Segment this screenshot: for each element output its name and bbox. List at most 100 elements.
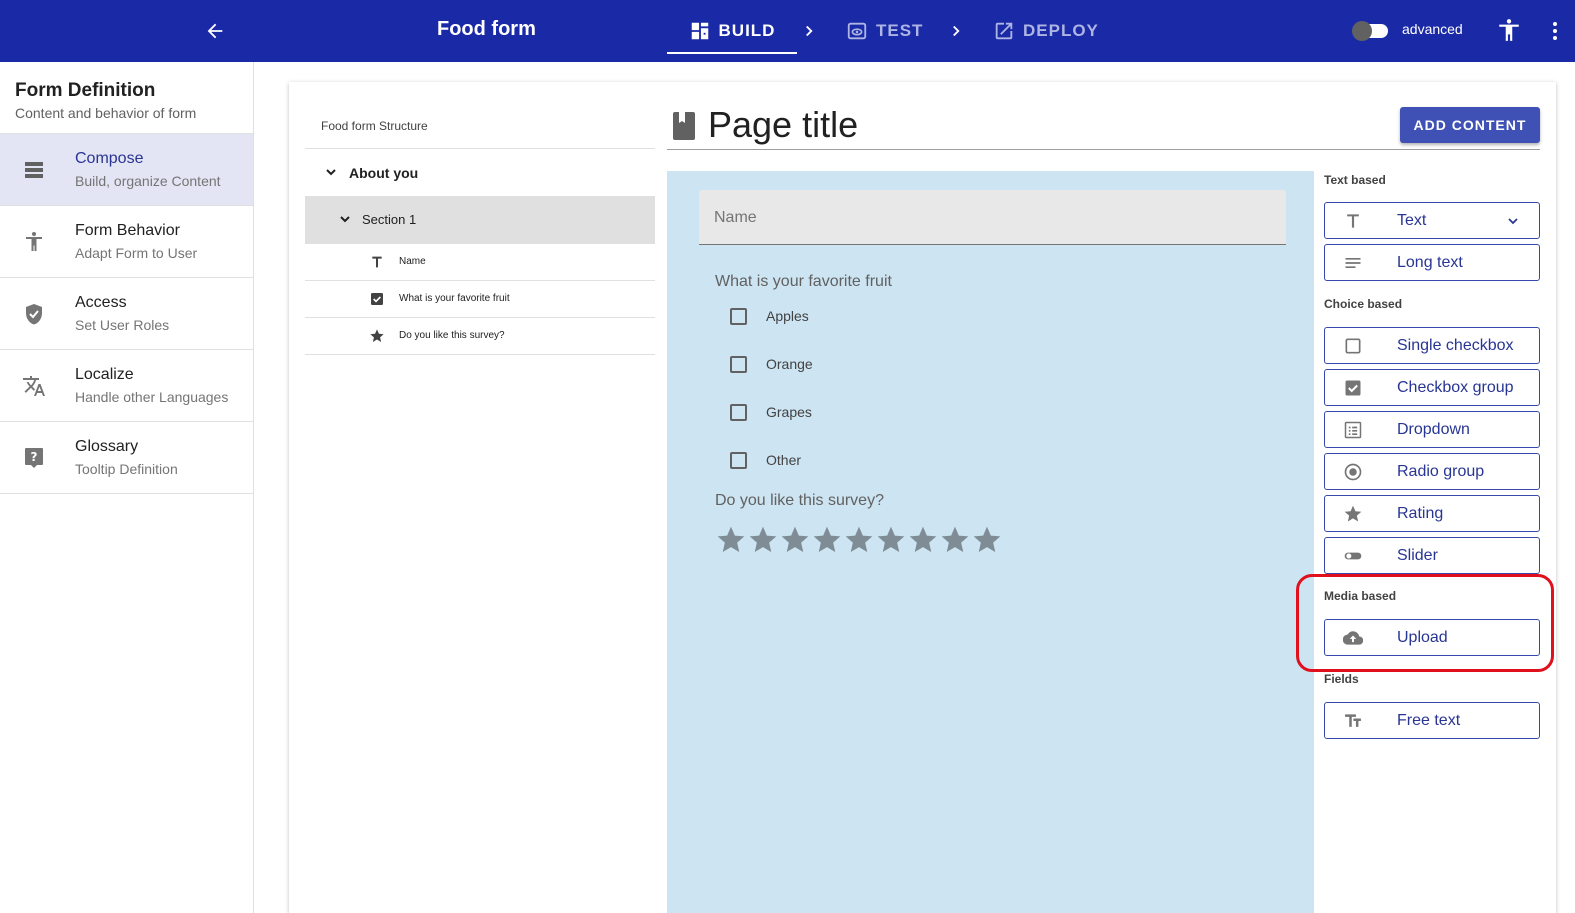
form-preview: Name What is your favorite fruit Apples … xyxy=(667,171,1314,913)
palette-text-button[interactable]: Text xyxy=(1324,202,1540,239)
sidebar-item-label: Localize xyxy=(75,366,134,383)
more-vert-icon[interactable] xyxy=(1545,19,1565,43)
palette-button-label: Radio group xyxy=(1397,463,1485,480)
translate-icon xyxy=(23,376,45,396)
sidebar-item-sublabel: Handle other Languages xyxy=(75,389,229,405)
advanced-label: advanced xyxy=(1402,21,1463,37)
media-based-highlight xyxy=(1296,574,1554,672)
sidebar-item-label: Glossary xyxy=(75,438,139,455)
checkbox-blank-icon xyxy=(1345,338,1361,354)
palette-button-label: Free text xyxy=(1397,712,1461,729)
palette-heading-choice-based: Choice based xyxy=(1324,297,1403,311)
star-icon xyxy=(370,329,384,342)
checkbox-option-label: Other xyxy=(766,452,802,468)
tree-page-label: About you xyxy=(349,165,419,181)
name-input-label: Name xyxy=(714,209,757,226)
text-fields-icon xyxy=(1345,714,1361,727)
sidebar-item-access[interactable]: Access Set User Roles xyxy=(0,278,253,350)
rating-star-icon[interactable] xyxy=(875,523,907,557)
rating-star-icon[interactable] xyxy=(715,523,747,557)
step-deploy-tab[interactable]: DEPLOY xyxy=(993,0,1099,62)
sidebar: Form Definition Content and behavior of … xyxy=(0,62,254,913)
survey-question-label: Do you like this survey? xyxy=(715,492,884,509)
title-underline xyxy=(667,149,1540,150)
sidebar-item-form-behavior[interactable]: Form Behavior Adapt Form to User xyxy=(0,206,253,278)
tree-page-node[interactable]: About you xyxy=(305,149,655,196)
radio-button-icon xyxy=(1344,463,1362,481)
sidebar-item-label: Compose xyxy=(75,150,144,167)
step-deploy-label: DEPLOY xyxy=(1023,21,1099,40)
palette-radio-group-button[interactable]: Radio group xyxy=(1324,453,1540,490)
palette-single-checkbox-button[interactable]: Single checkbox xyxy=(1324,327,1540,364)
tree-field-label: Name xyxy=(399,256,426,267)
tree-field-name[interactable]: Name xyxy=(305,244,655,281)
back-arrow-icon[interactable] xyxy=(200,16,230,46)
chevron-down-icon[interactable] xyxy=(1505,213,1521,229)
editor-card: Food form Structure About you Section 1 … xyxy=(289,82,1556,913)
step-test-tab[interactable]: TEST xyxy=(846,0,923,62)
add-content-button[interactable]: ADD CONTENT xyxy=(1400,107,1540,143)
toggle-icon xyxy=(1344,552,1362,560)
sidebar-item-sublabel: Adapt Form to User xyxy=(75,245,198,261)
rating-star-icon[interactable] xyxy=(779,523,811,557)
checkbox-option-label: Orange xyxy=(766,356,813,372)
dashboard-icon xyxy=(691,22,708,40)
palette-long-text-button[interactable]: Long text xyxy=(1324,244,1540,281)
palette-button-label: Single checkbox xyxy=(1397,337,1514,354)
list-icon xyxy=(1344,421,1362,439)
tree-field-fruit[interactable]: What is your favorite fruit xyxy=(305,281,655,318)
sidebar-item-sublabel: Tooltip Definition xyxy=(75,461,178,477)
checkbox-option-label: Apples xyxy=(766,308,809,324)
sidebar-subtitle: Content and behavior of form xyxy=(15,105,197,121)
page-title[interactable]: Page title xyxy=(708,104,858,146)
rating-star-icon[interactable] xyxy=(971,523,1003,557)
text-icon xyxy=(1347,214,1359,228)
bookmark-icon xyxy=(673,112,695,140)
chevron-right-icon xyxy=(806,25,813,37)
palette-dropdown-button[interactable]: Dropdown xyxy=(1324,411,1540,448)
rating-stars[interactable] xyxy=(715,523,1003,557)
sidebar-item-compose[interactable]: Compose Build, organize Content xyxy=(0,134,253,206)
palette-button-label: Long text xyxy=(1397,254,1463,271)
structure-tree: Food form Structure About you Section 1 … xyxy=(305,102,655,355)
step-build-tab[interactable]: BUILD xyxy=(667,0,797,62)
palette-slider-button[interactable]: Slider xyxy=(1324,537,1540,574)
chevron-down-icon[interactable] xyxy=(323,164,339,180)
sidebar-item-sublabel: Build, organize Content xyxy=(75,173,221,189)
checkbox-box[interactable] xyxy=(730,404,747,421)
help-icon: ? xyxy=(25,448,43,468)
rating-star-icon[interactable] xyxy=(843,523,875,557)
checkbox-checked-icon xyxy=(1345,380,1361,396)
sidebar-item-glossary[interactable]: ? Glossary Tooltip Definition xyxy=(0,422,253,494)
palette-checkbox-group-button[interactable]: Checkbox group xyxy=(1324,369,1540,406)
checkbox-box[interactable] xyxy=(730,356,747,373)
checkbox-box[interactable] xyxy=(730,308,747,325)
rating-star-icon[interactable] xyxy=(811,523,843,557)
advanced-toggle[interactable] xyxy=(1352,21,1390,41)
name-input[interactable]: Name xyxy=(699,190,1286,245)
palette-button-label: Text xyxy=(1397,212,1427,229)
accessibility-icon[interactable] xyxy=(1496,17,1522,43)
checkbox-box[interactable] xyxy=(730,452,747,469)
palette-heading-text-based: Text based xyxy=(1324,173,1386,187)
tree-section-node[interactable]: Section 1 xyxy=(305,196,655,244)
rating-star-icon[interactable] xyxy=(939,523,971,557)
shield-icon xyxy=(26,304,42,325)
palette-button-label: Slider xyxy=(1397,547,1438,564)
form-title: Food form xyxy=(437,18,536,40)
accessibility-icon xyxy=(26,232,42,251)
svg-text:?: ? xyxy=(31,450,38,464)
toggle-knob xyxy=(1352,21,1372,41)
rating-star-icon[interactable] xyxy=(747,523,779,557)
palette-free-text-button[interactable]: Free text xyxy=(1324,702,1540,739)
palette-button-label: Dropdown xyxy=(1397,421,1470,438)
rating-star-icon[interactable] xyxy=(907,523,939,557)
palette-rating-button[interactable]: Rating xyxy=(1324,495,1540,532)
tree-field-survey[interactable]: Do you like this survey? xyxy=(305,318,655,355)
palette-heading-fields: Fields xyxy=(1324,672,1359,686)
step-test-label: TEST xyxy=(876,21,924,40)
star-icon xyxy=(1344,505,1362,522)
chevron-down-icon[interactable] xyxy=(337,211,353,227)
tree-field-label: What is your favorite fruit xyxy=(399,293,510,304)
sidebar-item-localize[interactable]: Localize Handle other Languages xyxy=(0,350,253,422)
